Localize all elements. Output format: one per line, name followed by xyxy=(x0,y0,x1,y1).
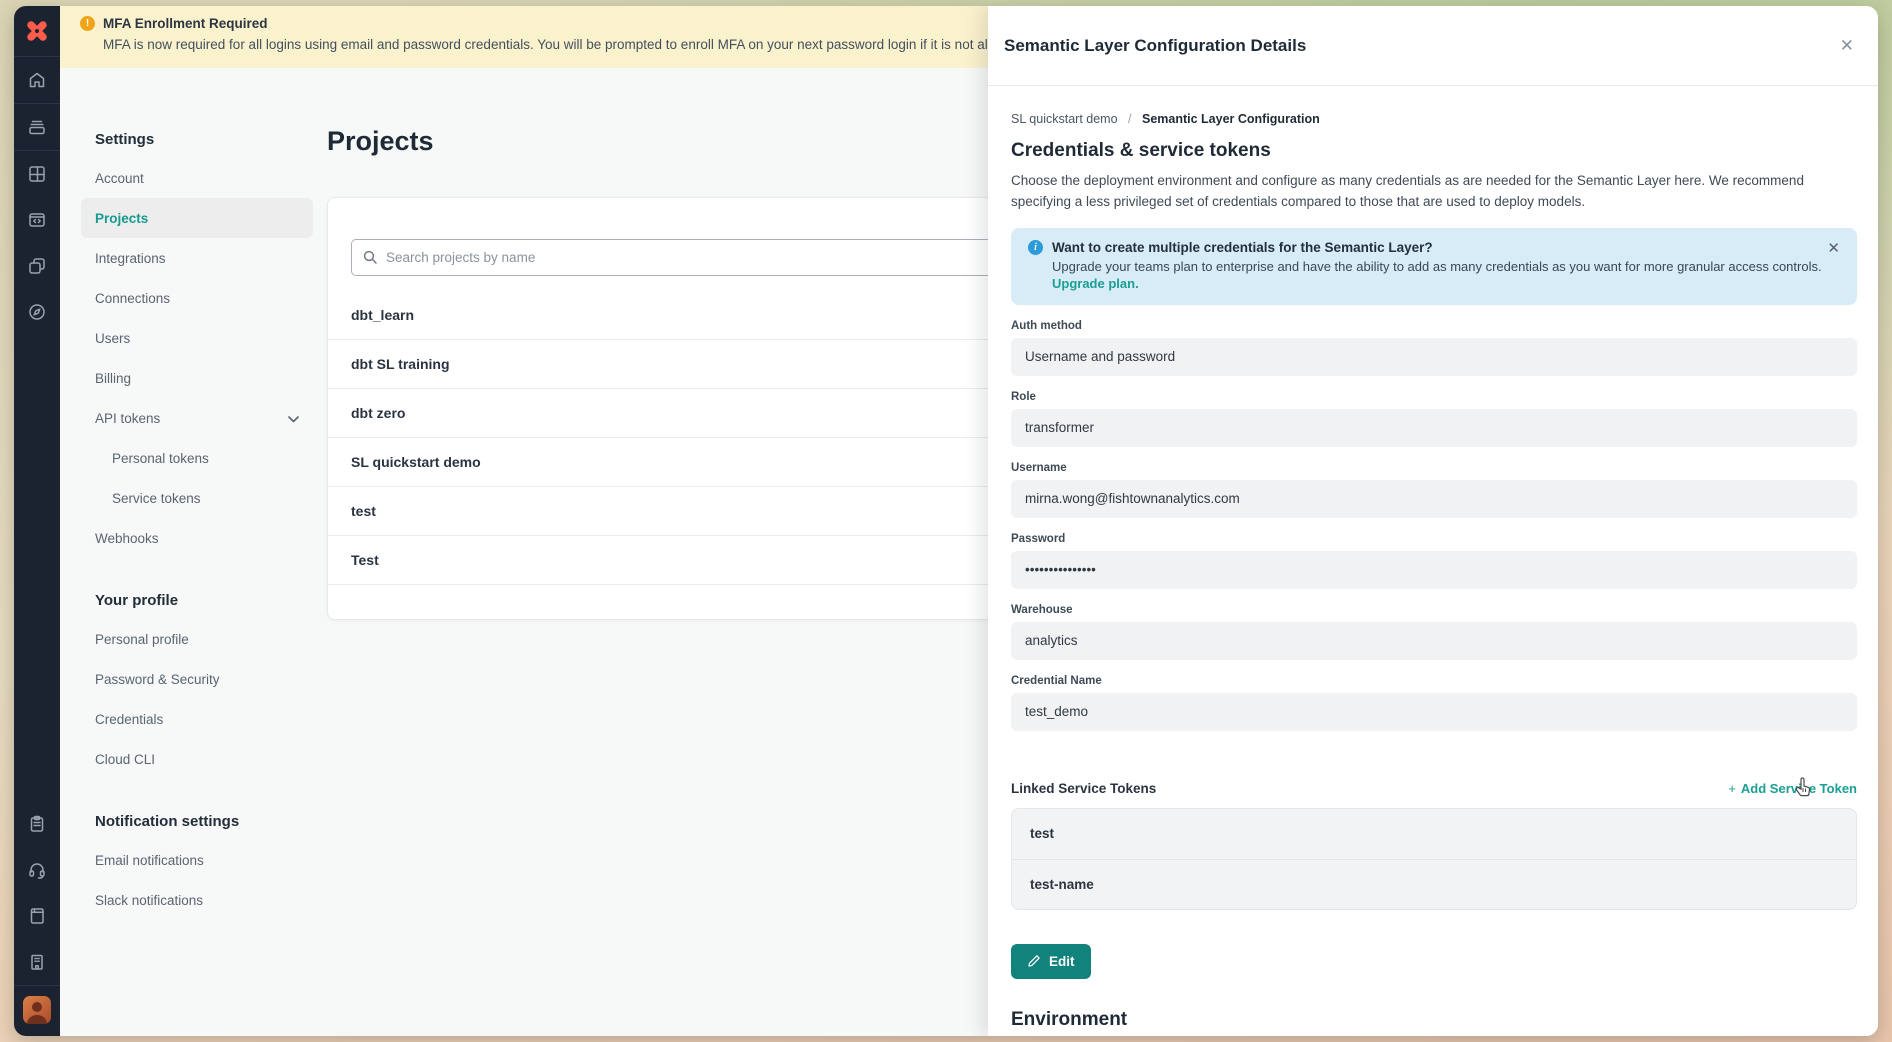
nav-item-personal-tokens[interactable]: Personal tokens xyxy=(81,438,313,478)
headset-icon[interactable] xyxy=(14,847,60,893)
nav-item-users[interactable]: Users xyxy=(81,318,313,358)
settings-nav: Settings Account Projects Integrations C… xyxy=(95,132,325,920)
page-title: Projects xyxy=(327,126,434,157)
add-service-token-button[interactable]: + Add Service Token xyxy=(1728,781,1857,796)
nav-item-password-security[interactable]: Password & Security xyxy=(81,659,313,699)
icon-rail xyxy=(14,6,60,1036)
password-field: ••••••••••••••• xyxy=(1011,551,1857,589)
home-icon[interactable] xyxy=(14,57,60,103)
user-avatar[interactable] xyxy=(23,996,51,1024)
nav-item-label: API tokens xyxy=(95,411,160,426)
nav-item-projects[interactable]: Projects xyxy=(81,198,313,238)
warehouse-label: Warehouse xyxy=(1011,604,1857,616)
nav-heading-your-profile: Your profile xyxy=(95,593,325,609)
token-list: test test-name xyxy=(1011,808,1857,910)
close-icon[interactable]: ✕ xyxy=(1840,37,1854,54)
credential-name-field: test_demo xyxy=(1011,693,1857,731)
username-field: mirna.wong@fishtownanalytics.com xyxy=(1011,480,1857,518)
dbt-logo[interactable] xyxy=(14,6,60,56)
stack-icon[interactable] xyxy=(14,104,60,150)
pencil-icon xyxy=(1027,954,1041,968)
token-row: test xyxy=(1012,809,1856,859)
drawer-title: Semantic Layer Configuration Details xyxy=(1004,36,1306,56)
token-row: test-name xyxy=(1012,859,1856,909)
role-label: Role xyxy=(1011,391,1857,403)
linked-service-tokens-label: Linked Service Tokens xyxy=(1011,781,1156,796)
breadcrumb: SL quickstart demo / Semantic Layer Conf… xyxy=(1011,112,1857,126)
clipboard-icon[interactable] xyxy=(14,801,60,847)
upgrade-info-box: i Want to create multiple credentials fo… xyxy=(1011,228,1857,305)
nav-item-integrations[interactable]: Integrations xyxy=(81,238,313,278)
nav-item-service-tokens[interactable]: Service tokens xyxy=(81,478,313,518)
nav-item-connections[interactable]: Connections xyxy=(81,278,313,318)
nav-item-webhooks[interactable]: Webhooks xyxy=(81,518,313,558)
grid-icon[interactable] xyxy=(14,151,60,197)
breadcrumb-separator: / xyxy=(1128,112,1131,126)
breadcrumb-current: Semantic Layer Configuration xyxy=(1142,112,1320,126)
nav-item-credentials[interactable]: Credentials xyxy=(81,699,313,739)
username-label: Username xyxy=(1011,462,1857,474)
code-window-icon[interactable] xyxy=(14,197,60,243)
nav-item-email-notifications[interactable]: Email notifications xyxy=(81,840,313,880)
warning-icon: ! xyxy=(80,16,95,31)
info-close-icon[interactable]: ✕ xyxy=(1827,239,1840,257)
book-icon[interactable] xyxy=(14,893,60,939)
info-icon: i xyxy=(1028,240,1043,255)
password-label: Password xyxy=(1011,533,1857,545)
overlap-squares-icon[interactable] xyxy=(14,243,60,289)
info-box-title: Want to create multiple credentials for … xyxy=(1052,240,1433,255)
nav-item-personal-profile[interactable]: Personal profile xyxy=(81,619,313,659)
search-icon xyxy=(362,249,378,265)
nav-item-api-tokens[interactable]: API tokens xyxy=(81,398,313,438)
auth-method-label: Auth method xyxy=(1011,320,1857,332)
warehouse-field: analytics xyxy=(1011,622,1857,660)
credentials-description: Choose the deployment environment and co… xyxy=(1011,171,1857,213)
role-field: transformer xyxy=(1011,409,1857,447)
nav-item-billing[interactable]: Billing xyxy=(81,358,313,398)
nav-item-cloud-cli[interactable]: Cloud CLI xyxy=(81,739,313,779)
nav-heading-settings: Settings xyxy=(95,132,325,148)
building-icon[interactable] xyxy=(14,939,60,985)
search-input[interactable] xyxy=(351,239,1083,276)
credentials-section-title: Credentials & service tokens xyxy=(1011,140,1857,162)
app-window: ! MFA Enrollment Required MFA is now req… xyxy=(14,6,1878,1036)
breadcrumb-parent[interactable]: SL quickstart demo xyxy=(1011,112,1118,126)
semantic-layer-drawer: Semantic Layer Configuration Details ✕ S… xyxy=(988,6,1878,1036)
nav-item-account[interactable]: Account xyxy=(81,158,313,198)
chevron-down-icon xyxy=(288,411,299,426)
plus-icon: + xyxy=(1728,781,1736,796)
credential-name-label: Credential Name xyxy=(1011,675,1857,687)
divider xyxy=(14,985,60,986)
auth-method-field: Username and password xyxy=(1011,338,1857,376)
nav-heading-notification-settings: Notification settings xyxy=(95,814,325,830)
nav-item-slack-notifications[interactable]: Slack notifications xyxy=(81,880,313,920)
edit-button[interactable]: Edit xyxy=(1011,944,1091,979)
upgrade-plan-link[interactable]: Upgrade plan. xyxy=(1052,276,1139,291)
add-service-token-label: Add Service Token xyxy=(1741,781,1857,796)
info-box-body: Upgrade your teams plan to enterprise an… xyxy=(1052,259,1840,274)
environment-section-title: Environment xyxy=(1011,1009,1857,1031)
edit-button-label: Edit xyxy=(1049,954,1075,969)
compass-icon[interactable] xyxy=(14,289,60,335)
banner-title: MFA Enrollment Required xyxy=(103,16,268,31)
